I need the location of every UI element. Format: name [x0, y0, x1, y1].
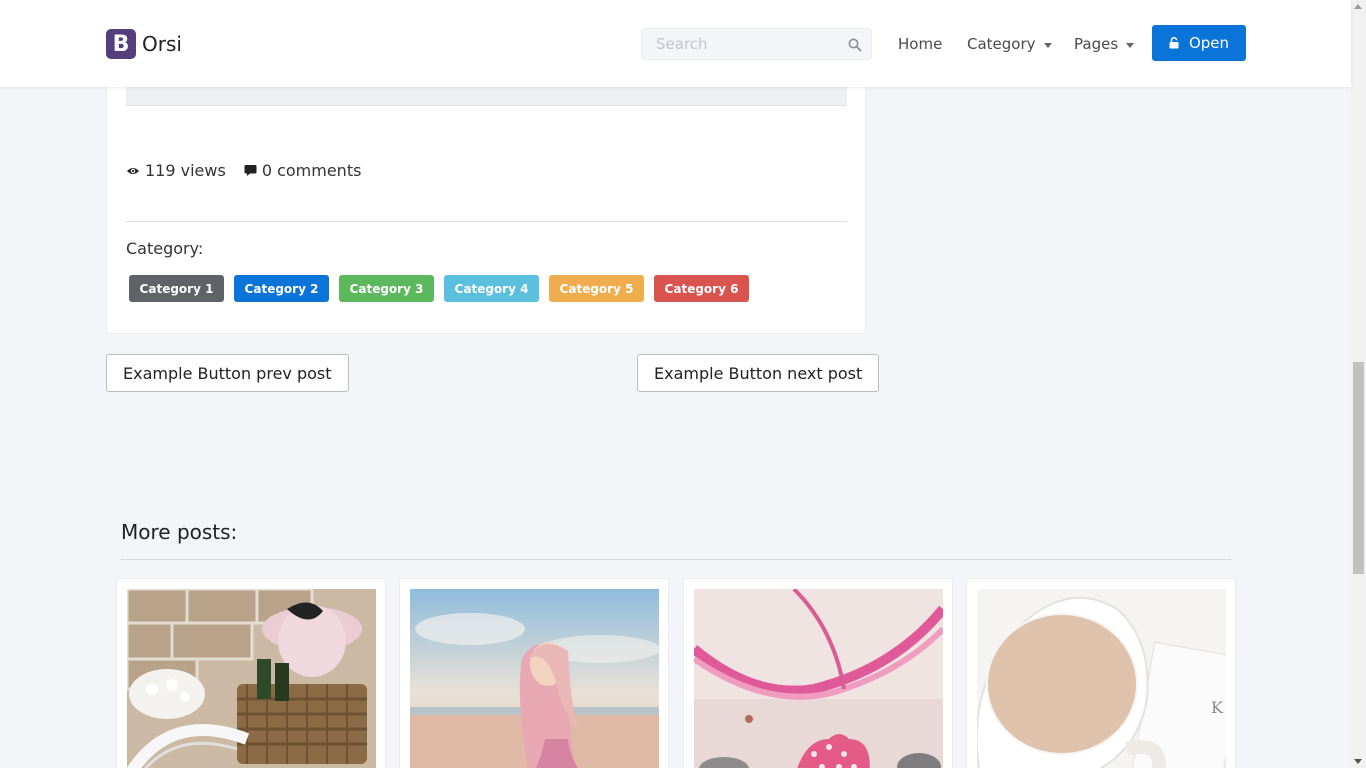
post-thumbnail-card[interactable]	[116, 578, 386, 768]
next-post-button[interactable]: Example Button next post	[637, 354, 880, 392]
girl-on-beach-photo[interactable]	[410, 589, 659, 768]
page-scrollbar[interactable]	[1351, 0, 1366, 768]
caret-down-icon	[1126, 42, 1135, 48]
navbar: B Orsi Home Category Pages Open	[0, 0, 1351, 87]
views-count: 119 views	[145, 161, 226, 180]
bicycle-basket-photo[interactable]	[127, 589, 376, 768]
brand-logo: B	[106, 29, 136, 59]
comments-count: 0 comments	[261, 161, 362, 180]
more-posts-heading: More posts:	[121, 520, 238, 544]
caret-down-icon	[1043, 42, 1052, 48]
scroll-down-icon[interactable]	[1354, 759, 1362, 764]
category-tag[interactable]: Category 6	[654, 275, 749, 302]
svg-text:K: K	[1211, 698, 1224, 717]
brand-link[interactable]: B Orsi	[106, 29, 182, 59]
search-box	[641, 28, 872, 60]
unlock-icon	[1169, 37, 1179, 49]
post-thumbnail-card[interactable]: K	[966, 578, 1236, 768]
category-tag[interactable]: Category 5	[549, 275, 644, 302]
comments-stat[interactable]: 0 comments	[244, 161, 362, 180]
category-tags: Category 1 Category 2 Category 3 Category 4…	[129, 275, 749, 302]
search-icon[interactable]	[848, 38, 862, 52]
post-thumbnail-card[interactable]	[683, 578, 953, 768]
brand-name: Orsi	[142, 32, 182, 56]
scroll-up-icon[interactable]	[1354, 4, 1362, 9]
post-meta: 119 views 0 comments	[126, 161, 379, 180]
post-thumbnail-card[interactable]	[399, 578, 669, 768]
divider	[126, 221, 847, 222]
nav-category-label: Category	[967, 35, 1036, 53]
cup-of-tea-photo[interactable]: K	[977, 589, 1226, 768]
prev-post-button[interactable]: Example Button prev post	[106, 354, 349, 392]
category-heading: Category:	[126, 239, 204, 258]
scrollbar-thumb[interactable]	[1353, 362, 1364, 574]
comment-icon	[244, 165, 257, 176]
nav-pages-dropdown[interactable]: Pages	[1074, 35, 1135, 53]
post-card: 119 views 0 comments Category: Category …	[106, 60, 866, 334]
nav-category-dropdown[interactable]: Category	[967, 35, 1052, 53]
pink-ribbon-charms-photo[interactable]	[694, 589, 943, 768]
eye-icon	[127, 167, 139, 174]
category-tag[interactable]: Category 3	[339, 275, 434, 302]
nav-home-link[interactable]: Home	[898, 35, 942, 53]
open-button[interactable]: Open	[1152, 25, 1246, 61]
nav-pages-label: Pages	[1074, 35, 1119, 53]
category-tag[interactable]: Category 1	[129, 275, 224, 302]
category-tag[interactable]: Category 4	[444, 275, 539, 302]
nav-home-label: Home	[898, 35, 943, 53]
search-input[interactable]	[642, 29, 871, 59]
views-stat: 119 views	[126, 161, 226, 180]
open-button-label: Open	[1188, 34, 1230, 52]
category-tag[interactable]: Category 2	[234, 275, 329, 302]
divider	[121, 559, 1231, 560]
